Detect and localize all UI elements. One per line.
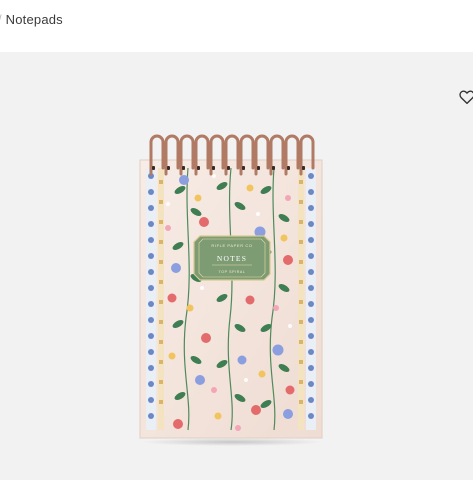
heart-outline-icon: [459, 90, 473, 105]
cover-label-bottom: TOP SPIRAL: [218, 270, 245, 274]
notepad-border-right: [298, 168, 316, 430]
cover-label-top: RIFLE PAPER CO: [211, 243, 252, 248]
notepad-border-left: [146, 168, 164, 430]
breadcrumb-separator: /: [0, 12, 2, 27]
cover-label: RIFLE PAPER CO NOTES TOP SPIRAL: [193, 235, 271, 281]
wishlist-button[interactable]: [458, 88, 473, 106]
breadcrumb-current[interactable]: Notepads: [6, 12, 63, 27]
cover-label-main: NOTES: [217, 254, 247, 263]
breadcrumb-trail: / Notepads: [0, 12, 63, 27]
breadcrumb: / Notepads: [0, 0, 473, 52]
product-image[interactable]: RIFLE PAPER CO NOTES TOP SPIRAL: [138, 128, 324, 440]
